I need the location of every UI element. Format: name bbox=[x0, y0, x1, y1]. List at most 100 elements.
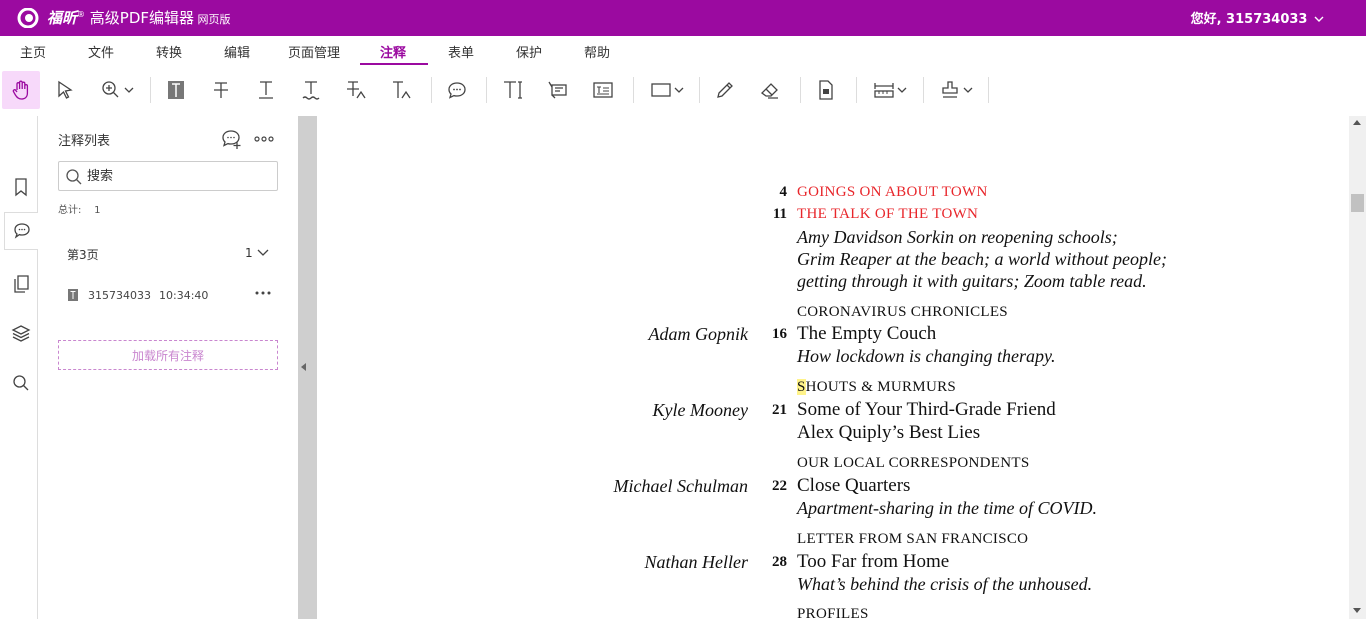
user-greeting: 您好, 315734033 bbox=[1190, 12, 1308, 27]
toc-section-heading: SHOUTS & MURMURS bbox=[797, 379, 956, 396]
tab-page-management[interactable]: 页面管理 bbox=[288, 42, 340, 61]
toc-description: getting through it with guitars; Zoom ta… bbox=[797, 271, 1147, 291]
tab-home[interactable]: 主页 bbox=[20, 42, 46, 61]
annotation-time: 10:34:40 bbox=[159, 289, 209, 302]
document-scrollbar[interactable] bbox=[1349, 116, 1366, 619]
comment-icon bbox=[448, 82, 466, 99]
highlight-text-icon bbox=[168, 81, 184, 99]
app-title: 福昕® 高级PDF编辑器 网页版 bbox=[47, 7, 231, 28]
replace-text-button[interactable] bbox=[337, 71, 375, 109]
search-icon bbox=[13, 375, 29, 391]
toc-description: How lockdown is changing therapy. bbox=[797, 346, 1056, 366]
annotation-more-icon[interactable] bbox=[253, 285, 273, 301]
toc-page-number: 11 bbox=[772, 206, 787, 222]
search-tab[interactable] bbox=[4, 364, 38, 402]
panel-title: 注释列表 bbox=[58, 134, 111, 149]
underline-button[interactable] bbox=[247, 71, 285, 109]
highlight-text-icon bbox=[68, 289, 78, 301]
layers-icon bbox=[11, 325, 31, 342]
tab-convert[interactable]: 转换 bbox=[156, 42, 182, 61]
pencil-icon bbox=[717, 82, 733, 98]
tab-forms[interactable]: 表单 bbox=[448, 42, 474, 61]
tab-annotate[interactable]: 注释 bbox=[380, 42, 406, 61]
attach-file-button[interactable] bbox=[807, 71, 845, 109]
select-arrow-icon bbox=[58, 80, 73, 99]
app-brand: 福昕 bbox=[47, 9, 78, 27]
chevron-down-icon bbox=[897, 87, 907, 93]
comments-tab[interactable] bbox=[4, 212, 38, 250]
rectangle-icon bbox=[651, 83, 671, 97]
note-button[interactable] bbox=[438, 71, 476, 109]
highlight-button[interactable] bbox=[157, 71, 195, 109]
stamp-button[interactable] bbox=[930, 71, 982, 109]
scroll-thumb[interactable] bbox=[1351, 194, 1364, 212]
callout-button[interactable] bbox=[539, 71, 577, 109]
annotate-toolbar bbox=[0, 68, 1366, 112]
chevron-down-icon[interactable] bbox=[256, 246, 270, 260]
panel-collapse-bar[interactable] bbox=[298, 116, 317, 619]
tab-help[interactable]: 帮助 bbox=[584, 42, 610, 61]
strikeout-button[interactable] bbox=[202, 71, 240, 109]
measure-icon bbox=[874, 83, 894, 98]
shapes-button[interactable] bbox=[642, 71, 692, 109]
chevron-down-icon bbox=[674, 87, 684, 93]
document-view[interactable]: 4 GOINGS ON ABOUT TOWN 11 THE TALK OF TH… bbox=[317, 116, 1349, 619]
app-reg-mark: ® bbox=[77, 10, 86, 19]
total-count: 总计: 1 bbox=[58, 201, 100, 216]
toc-section-heading: LETTER FROM SAN FRANCISCO bbox=[797, 531, 1029, 547]
comment-search-input[interactable] bbox=[87, 166, 272, 186]
pages-tab[interactable] bbox=[4, 265, 38, 303]
pencil-button[interactable] bbox=[706, 71, 744, 109]
select-tool-button[interactable] bbox=[46, 71, 84, 109]
textbox-button[interactable] bbox=[584, 71, 622, 109]
toc-page-number: 4 bbox=[779, 184, 788, 200]
squiggly-button[interactable] bbox=[292, 71, 330, 109]
scroll-up-arrow-icon[interactable] bbox=[1353, 120, 1361, 125]
load-all-annotations-button[interactable]: 加载所有注释 bbox=[58, 340, 278, 370]
hand-icon bbox=[12, 80, 29, 100]
highlight-annotation[interactable]: S bbox=[797, 379, 806, 395]
toolbar-separator bbox=[633, 77, 634, 103]
stamp-icon bbox=[942, 81, 958, 98]
toc-author: Michael Schulman bbox=[613, 476, 748, 496]
toc-section-heading: PROFILES bbox=[797, 606, 869, 619]
toc-description: Apartment-sharing in the time of COVID. bbox=[797, 498, 1097, 518]
insert-text-button[interactable] bbox=[382, 71, 420, 109]
user-menu[interactable]: 您好, 315734033 bbox=[1191, 8, 1324, 27]
comments-icon bbox=[13, 223, 30, 239]
toc-description: What’s behind the crisis of the unhoused… bbox=[797, 574, 1093, 594]
total-label: 总计: bbox=[58, 205, 82, 216]
page-group-label[interactable]: 第3页 bbox=[67, 246, 99, 263]
bookmark-icon bbox=[15, 178, 27, 197]
layers-tab[interactable] bbox=[4, 314, 38, 352]
tab-protect[interactable]: 保护 bbox=[516, 42, 542, 61]
sidebar-rail bbox=[0, 116, 38, 619]
toolbar-separator bbox=[988, 77, 989, 103]
typewriter-icon bbox=[504, 81, 522, 99]
measure-button[interactable] bbox=[864, 71, 916, 109]
tab-edit[interactable]: 编辑 bbox=[224, 42, 250, 61]
hand-tool-button[interactable] bbox=[2, 71, 40, 109]
eraser-button[interactable] bbox=[751, 71, 789, 109]
title-bar: 福昕® 高级PDF编辑器 网页版 您好, 315734033 bbox=[0, 0, 1366, 36]
more-options-icon[interactable] bbox=[253, 128, 275, 150]
toolbar-separator bbox=[923, 77, 924, 103]
toolbar-separator bbox=[431, 77, 432, 103]
annotation-item[interactable]: 315734033 10:34:40 bbox=[67, 288, 277, 308]
attach-file-icon bbox=[819, 80, 833, 100]
toc-article-title: Alex Quiply’s Best Lies bbox=[797, 422, 981, 443]
toc-author: Adam Gopnik bbox=[648, 324, 748, 344]
annotation-meta: 315734033 10:34:40 bbox=[88, 289, 208, 302]
toc-page-number: 22 bbox=[772, 478, 787, 494]
search-icon bbox=[66, 169, 82, 185]
chevron-down-icon bbox=[963, 87, 973, 93]
scroll-down-arrow-icon[interactable] bbox=[1353, 608, 1361, 613]
eraser-icon bbox=[761, 83, 778, 99]
textbox-icon bbox=[593, 82, 613, 98]
zoom-button[interactable] bbox=[92, 71, 142, 109]
bookmarks-tab[interactable] bbox=[4, 168, 38, 206]
typewriter-button[interactable] bbox=[494, 71, 532, 109]
tab-file[interactable]: 文件 bbox=[88, 42, 114, 61]
add-comment-icon[interactable] bbox=[220, 128, 242, 150]
toc-page-number: 28 bbox=[772, 554, 787, 570]
